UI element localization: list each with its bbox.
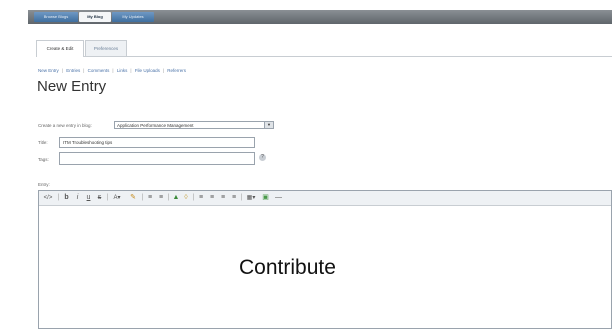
link-links[interactable]: Links (117, 68, 128, 73)
top-nav-bar: Browse Blogs My Blog My Updates (28, 10, 612, 24)
tab-preferences[interactable]: Preferences (85, 40, 127, 56)
font-size-icon[interactable]: A▾ (111, 193, 123, 203)
justify-icon[interactable]: ≡ (230, 193, 238, 203)
underline-icon[interactable]: u (85, 193, 92, 203)
link-file-uploads[interactable]: File Uploads (135, 68, 160, 73)
page-title: New Entry (37, 78, 107, 95)
tags-label: Tags: (38, 157, 49, 162)
entry-label: Entry: (38, 182, 50, 187)
blog-links: New Entry | Entries | Comments | Links | Fil… (38, 68, 187, 73)
toolbar-divider: | (106, 194, 109, 201)
blog-select[interactable]: Application Performance Management ▼ (114, 121, 274, 129)
blog-select-value: Application Performance Management (117, 123, 194, 128)
horizontal-rule-icon[interactable]: — (274, 193, 283, 203)
title-label: Title: (38, 140, 48, 145)
toolbar-divider: | (240, 194, 243, 201)
align-right-icon[interactable]: ≡ (219, 193, 227, 203)
toolbar-divider: | (192, 194, 195, 201)
toolbar-divider: | (141, 194, 144, 201)
link-icon[interactable]: ▲ (172, 193, 180, 203)
blog-select-label: Create a new entry in blog: (38, 123, 92, 128)
italic-icon[interactable]: i (74, 193, 81, 203)
text-color-icon[interactable]: ✎ (127, 193, 139, 203)
title-field[interactable]: ITM Troubleshooting tips (59, 137, 255, 148)
table-icon[interactable]: ▦▾ (245, 193, 257, 203)
sub-tabs: Create & Edit Preferences (36, 40, 612, 57)
source-icon[interactable]: </> (42, 193, 54, 203)
contribute-caption: Contribute (239, 256, 336, 279)
nav-tab-my-blog[interactable]: My Blog (79, 12, 111, 22)
help-icon[interactable]: ? (259, 154, 266, 161)
align-left-icon[interactable]: ≡ (197, 193, 205, 203)
link-new-entry[interactable]: New Entry (38, 68, 59, 73)
image-icon[interactable]: ▣ (261, 193, 270, 203)
tab-create-edit[interactable]: Create & Edit (36, 40, 84, 57)
nav-tab-browse-blogs[interactable]: Browse Blogs (34, 12, 78, 22)
numbered-list-icon[interactable]: ≡ (146, 193, 154, 203)
link-comments[interactable]: Comments (88, 68, 110, 73)
editor-toolbar: </> | b i u s | A▾ ✎ | ≡ ≡ | ▲ ◊ | ≡ ≡ ≡… (39, 191, 611, 206)
toolbar-divider: | (57, 194, 60, 201)
strikethrough-icon[interactable]: s (96, 193, 103, 203)
align-center-icon[interactable]: ≡ (208, 193, 216, 203)
unlink-icon[interactable]: ◊ (182, 193, 190, 203)
bulleted-list-icon[interactable]: ≡ (157, 193, 165, 203)
nav-tab-my-updates[interactable]: My Updates (112, 12, 154, 22)
toolbar-divider: | (167, 194, 170, 201)
tags-field[interactable] (59, 152, 255, 165)
link-entries[interactable]: Entries (66, 68, 80, 73)
link-referrers[interactable]: Referrers (167, 68, 186, 73)
bold-icon[interactable]: b (63, 193, 70, 203)
chevron-down-icon[interactable]: ▼ (264, 122, 273, 128)
